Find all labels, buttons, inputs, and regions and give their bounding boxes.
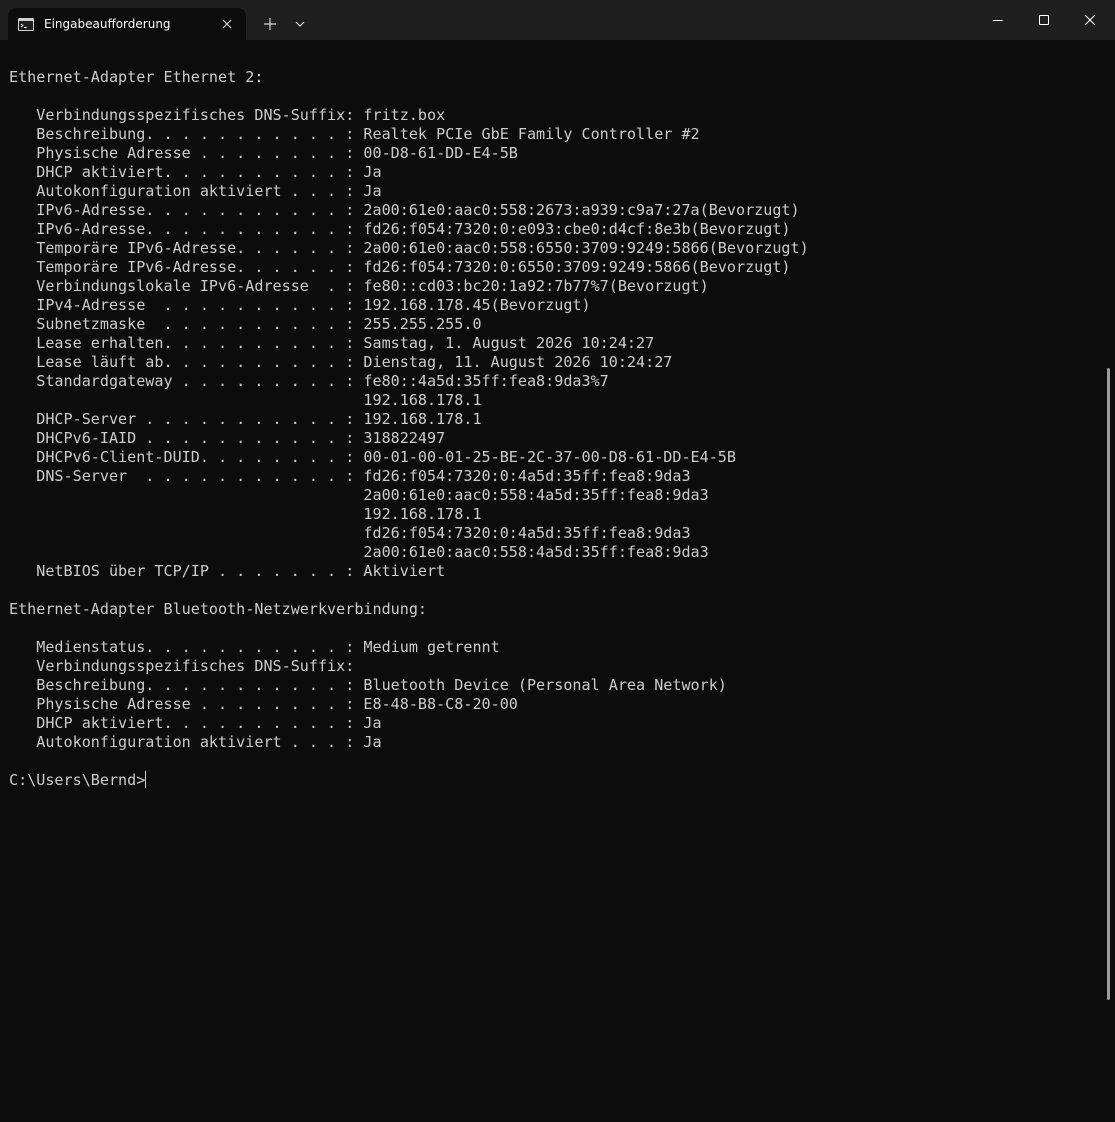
terminal-line: 2a00:61e0:aac0:558:4a5d:35ff:fea8:9da3 (9, 543, 709, 561)
terminal-line: 192.168.178.1 (9, 391, 482, 409)
terminal-line: Medienstatus. . . . . . . . . . . : Medi… (9, 638, 500, 656)
scrollbar[interactable] (1107, 368, 1110, 1000)
terminal-line: 192.168.178.1 (9, 505, 482, 523)
terminal-line: DHCPv6-Client-DUID. . . . . . . . : 00-0… (9, 448, 736, 466)
terminal-line: Physische Adresse . . . . . . . . : 00-D… (9, 144, 518, 162)
terminal-line: Lease erhalten. . . . . . . . . . : Sams… (9, 334, 655, 352)
terminal-line: Autokonfiguration aktiviert . . . : Ja (9, 733, 382, 751)
terminal-line: IPv4-Adresse . . . . . . . . . . : 192.1… (9, 296, 591, 314)
terminal-window: Eingabeaufforderung Ethernet-Adapter Eth… (0, 0, 1115, 1122)
terminal-line: Ethernet-Adapter Bluetooth-Netzwerkverbi… (9, 600, 428, 618)
text-cursor (145, 771, 147, 788)
minimize-button[interactable] (975, 0, 1021, 40)
terminal-line: Physische Adresse . . . . . . . . : E8-4… (9, 695, 518, 713)
plus-icon[interactable] (258, 12, 282, 36)
minimize-icon (993, 20, 1003, 21)
terminal-line: Ethernet-Adapter Ethernet 2: (9, 68, 264, 86)
terminal-line: IPv6-Adresse. . . . . . . . . . . : 2a00… (9, 201, 800, 219)
terminal-output[interactable]: Ethernet-Adapter Ethernet 2: Verbindungs… (9, 68, 809, 790)
maximize-button[interactable] (1021, 0, 1067, 40)
close-window-button[interactable] (1067, 0, 1113, 40)
terminal-line: Standardgateway . . . . . . . . . : fe80… (9, 372, 609, 390)
terminal-line: IPv6-Adresse. . . . . . . . . . . : fd26… (9, 220, 791, 238)
terminal-line: Autokonfiguration aktiviert . . . : Ja (9, 182, 382, 200)
terminal-line: DHCP aktiviert. . . . . . . . . . : Ja (9, 714, 382, 732)
terminal-line: Verbindungsspezifisches DNS-Suffix: frit… (9, 106, 446, 124)
command-prompt[interactable]: C:\Users\Bernd> (9, 771, 809, 790)
terminal-icon (18, 18, 34, 31)
title-bar: Eingabeaufforderung (0, 0, 1115, 40)
close-tab-icon[interactable] (220, 17, 234, 31)
prompt-text: C:\Users\Bernd> (9, 771, 146, 789)
terminal-line: Beschreibung. . . . . . . . . . . : Blue… (9, 676, 727, 694)
terminal-line: fd26:f054:7320:0:4a5d:35ff:fea8:9da3 (9, 524, 691, 542)
tab-eingabeaufforderung[interactable]: Eingabeaufforderung (8, 8, 246, 40)
terminal-line: Temporäre IPv6-Adresse. . . . . . : 2a00… (9, 239, 809, 257)
terminal-line: Beschreibung. . . . . . . . . . . : Real… (9, 125, 700, 143)
terminal-line: 2a00:61e0:aac0:558:4a5d:35ff:fea8:9da3 (9, 486, 709, 504)
terminal-line: Verbindungsspezifisches DNS-Suffix: (9, 657, 355, 675)
terminal-line: Lease läuft ab. . . . . . . . . . : Dien… (9, 353, 673, 371)
terminal-line: Subnetzmaske . . . . . . . . . . : 255.2… (9, 315, 482, 333)
terminal-line: DHCP-Server . . . . . . . . . . . : 192.… (9, 410, 482, 428)
maximize-icon (1039, 15, 1049, 25)
terminal-line: Temporäre IPv6-Adresse. . . . . . : fd26… (9, 258, 791, 276)
close-icon (1084, 14, 1096, 26)
terminal-line: NetBIOS über TCP/IP . . . . . . . : Akti… (9, 562, 446, 580)
terminal-line: Verbindungslokale IPv6-Adresse . : fe80:… (9, 277, 709, 295)
terminal-line: DNS-Server . . . . . . . . . . . : fd26:… (9, 467, 691, 485)
tab-title: Eingabeaufforderung (44, 17, 171, 31)
chevron-down-icon[interactable] (291, 14, 309, 34)
terminal-line: DHCP aktiviert. . . . . . . . . . : Ja (9, 163, 382, 181)
terminal-line: DHCPv6-IAID . . . . . . . . . . . : 3188… (9, 429, 446, 447)
